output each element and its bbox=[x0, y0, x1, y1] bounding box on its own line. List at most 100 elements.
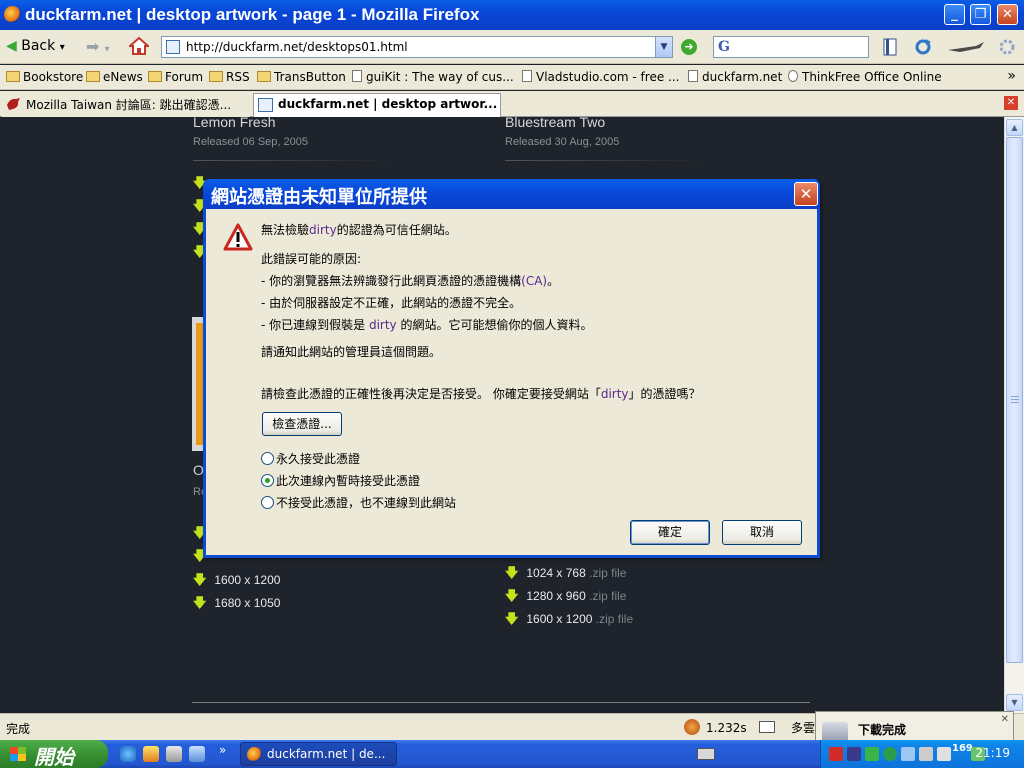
status-text: 完成 bbox=[6, 722, 31, 736]
bookmark-book-icon[interactable] bbox=[881, 38, 899, 56]
bookmarks-overflow-chevron-icon[interactable]: » bbox=[1007, 68, 1016, 84]
tab-duckfarm[interactable]: duckfarm.net | desktop artwor... bbox=[253, 93, 501, 118]
url-bar[interactable]: http://duckfarm.net/desktops01.html ▼ bbox=[161, 36, 673, 58]
plane-icon[interactable] bbox=[946, 38, 986, 56]
bookmark-thinkfree[interactable]: ThinkFree Office Online bbox=[788, 70, 942, 84]
bookmark-transbutton[interactable]: TransButton bbox=[257, 70, 346, 84]
tray-counter: 169 bbox=[952, 743, 973, 754]
update-icon[interactable] bbox=[865, 747, 879, 761]
radio-selected-icon[interactable] bbox=[261, 474, 274, 487]
close-window-button[interactable]: ✕ bbox=[997, 4, 1018, 25]
window-titlebar: duckfarm.net | desktop artwork - page 1 … bbox=[0, 0, 1024, 30]
bookmark-guikit[interactable]: guiKit : The way of cus... bbox=[352, 70, 514, 84]
divider bbox=[505, 160, 705, 161]
divider bbox=[193, 160, 393, 161]
artwork-date: Released 06 Sep, 2005 bbox=[193, 136, 308, 148]
media-icon[interactable] bbox=[143, 746, 159, 762]
scroll-up-icon[interactable]: ▲ bbox=[1006, 119, 1023, 136]
bookmark-forum[interactable]: Forum bbox=[148, 70, 203, 84]
hardware-icon[interactable] bbox=[937, 747, 951, 761]
messenger-icon[interactable] bbox=[883, 747, 897, 761]
dialog-close-button[interactable]: ✕ bbox=[794, 182, 818, 206]
forward-dropdown-icon[interactable]: ▾ bbox=[105, 44, 110, 55]
back-dropdown-icon[interactable]: ▾ bbox=[60, 42, 65, 53]
ie-icon[interactable] bbox=[120, 746, 136, 762]
document-icon[interactable] bbox=[166, 746, 182, 762]
artwork-title[interactable]: Bluestream Two bbox=[505, 117, 605, 130]
minimize-button[interactable]: _ bbox=[944, 4, 965, 25]
radio-accept-permanently[interactable]: 永久接受此憑證 bbox=[261, 450, 360, 467]
ok-button[interactable]: 確定 bbox=[630, 520, 710, 545]
forward-arrow-icon: ➡ bbox=[86, 37, 100, 56]
close-tab-icon[interactable]: ✕ bbox=[1004, 96, 1018, 110]
mail-icon[interactable] bbox=[759, 721, 775, 733]
maximize-button[interactable]: ❐ bbox=[970, 4, 991, 25]
url-dropdown-icon[interactable]: ▼ bbox=[655, 37, 672, 57]
forward-button[interactable]: ➡ ▾ bbox=[86, 37, 110, 56]
desktop-icon[interactable] bbox=[189, 746, 205, 762]
reload-icon[interactable] bbox=[914, 38, 932, 56]
download-arrow-icon: 🡇 bbox=[193, 595, 207, 610]
bookmark-duckfarm[interactable]: duckfarm.net bbox=[688, 70, 782, 84]
back-label: Back bbox=[21, 38, 56, 54]
folder-icon bbox=[86, 71, 100, 82]
divider bbox=[192, 702, 810, 703]
download-arrow-icon: 🡇 bbox=[505, 588, 519, 603]
page-icon bbox=[788, 70, 798, 82]
navigation-toolbar: ◀ Back ▾ ➡ ▾ http://duckfarm.net/desktop… bbox=[0, 30, 1024, 64]
windows-flag-icon bbox=[10, 747, 26, 761]
bookmark-bookstore[interactable]: Bookstore bbox=[6, 70, 83, 84]
go-button[interactable]: ➜ bbox=[681, 39, 697, 55]
folder-icon bbox=[6, 71, 20, 82]
scrollbar-thumb[interactable] bbox=[1006, 137, 1023, 663]
radio-accept-session[interactable]: 此次連線內暫時接受此憑證 bbox=[261, 472, 420, 489]
firefox-icon[interactable] bbox=[4, 6, 21, 23]
reasons-heading: 此錯誤可能的原因: bbox=[261, 252, 362, 266]
download-link-1600x1200[interactable]: 🡇 1600 x 1200 .zip file bbox=[505, 610, 633, 632]
firebug-icon[interactable] bbox=[684, 719, 700, 735]
download-link-1600x1200[interactable]: 🡇 1600 x 1200 bbox=[193, 571, 280, 593]
download-arrow-icon: 🡇 bbox=[193, 572, 207, 587]
start-button[interactable]: 開始 bbox=[0, 740, 108, 768]
folder-icon bbox=[257, 71, 271, 82]
close-popup-icon[interactable]: ✕ bbox=[1001, 714, 1009, 725]
artwork-date: Released 30 Aug, 2005 bbox=[505, 136, 620, 148]
vertical-scrollbar[interactable]: ▲ ▼ bbox=[1004, 117, 1024, 713]
network-icon[interactable] bbox=[847, 747, 861, 761]
window-title: duckfarm.net | desktop artwork - page 1 … bbox=[25, 5, 480, 24]
page-load-timer: 1.232s bbox=[684, 719, 747, 735]
radio-icon[interactable] bbox=[261, 452, 274, 465]
tab-mozilla-taiwan[interactable]: Mozilla Taiwan 討論區: 跳出確認憑... bbox=[2, 93, 250, 117]
scroll-down-icon[interactable]: ▼ bbox=[1006, 694, 1023, 711]
page-icon bbox=[258, 98, 273, 112]
clock: 21:19 bbox=[975, 746, 1010, 760]
bookmark-vladstudio[interactable]: Vladstudio.com - free ... bbox=[522, 70, 679, 84]
volume-icon[interactable] bbox=[919, 747, 933, 761]
display-icon[interactable] bbox=[901, 747, 915, 761]
bookmark-enews[interactable]: eNews bbox=[86, 70, 143, 84]
dialog-title: 網站憑證由未知單位所提供 ✕ bbox=[203, 179, 820, 209]
antivirus-icon[interactable] bbox=[829, 747, 843, 761]
back-button[interactable]: ◀ Back ▾ bbox=[6, 38, 65, 54]
reason-line: - 你已連線到假裝是 dirty 的網站。它可能想偷你的個人資料。 bbox=[261, 318, 593, 332]
home-icon[interactable] bbox=[129, 37, 149, 55]
quicklaunch-more-icon[interactable]: » bbox=[219, 743, 226, 757]
bookmarks-toolbar: Bookstore eNews Forum RSS TransButton gu… bbox=[0, 65, 1024, 90]
url-text[interactable]: http://duckfarm.net/desktops01.html bbox=[186, 40, 408, 54]
google-icon[interactable]: G bbox=[718, 39, 730, 55]
taskbar-item-firefox[interactable]: duckfarm.net | de... bbox=[240, 742, 397, 766]
cancel-button[interactable]: 取消 bbox=[722, 520, 802, 545]
notify-line: 請通知此網站的管理員這個問題。 bbox=[261, 345, 442, 359]
firefox-icon bbox=[247, 747, 262, 762]
download-link-1024x768[interactable]: 🡇 1024 x 768 .zip file bbox=[505, 564, 626, 586]
radio-reject[interactable]: 不接受此憑證，也不連線到此網站 bbox=[261, 494, 456, 511]
artwork-title[interactable]: Lemon Fresh bbox=[193, 117, 275, 130]
download-link-1280x960[interactable]: 🡇 1280 x 960 .zip file bbox=[505, 587, 626, 609]
download-link-1680x1050[interactable]: 🡇 1680 x 1050 bbox=[193, 594, 280, 616]
radio-icon[interactable] bbox=[261, 496, 274, 509]
search-input[interactable]: G bbox=[713, 36, 869, 58]
keyboard-icon[interactable] bbox=[697, 748, 715, 760]
page-icon bbox=[166, 40, 180, 54]
examine-certificate-button[interactable]: 檢查憑證... bbox=[262, 412, 342, 436]
bookmark-rss[interactable]: RSS bbox=[209, 70, 250, 84]
